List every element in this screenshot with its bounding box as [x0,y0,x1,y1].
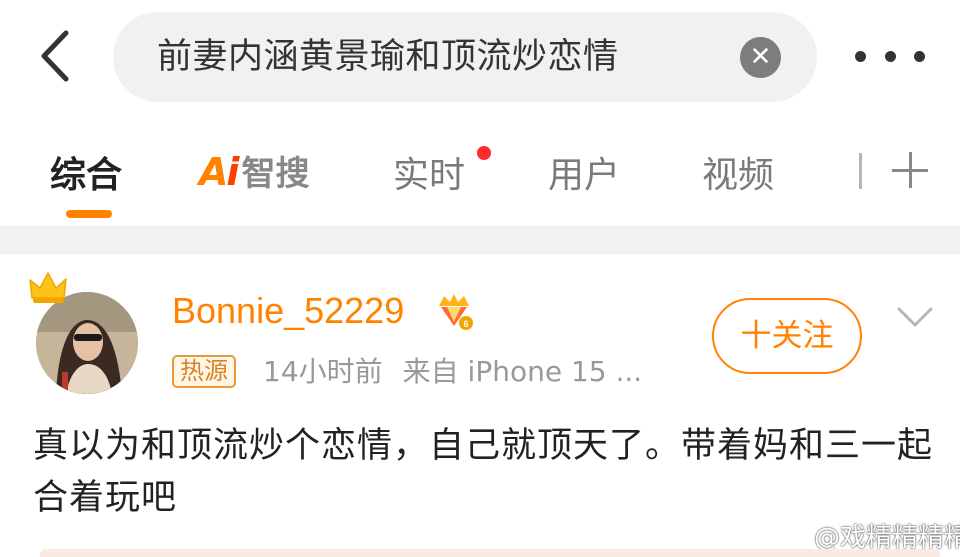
more-dots-icon[interactable] [855,36,925,76]
search-box[interactable]: 前妻内涵黄景瑜和顶流炒恋情 ✕ [113,12,817,102]
top-bar: 前妻内涵黄景瑜和顶流炒恋情 ✕ [0,0,960,120]
tab-ai-search[interactable]: Ai 智搜 [199,146,309,195]
more-dot [884,50,896,62]
plus-icon[interactable] [888,148,932,192]
chevron-down-icon[interactable] [895,302,935,332]
tab-comprehensive[interactable]: 综合 [50,146,122,198]
chevron-left-icon [41,30,69,82]
back-button[interactable] [30,24,80,88]
svg-text:6: 6 [463,319,468,329]
next-card-edge [40,549,940,557]
ai-logo-mark: Ai [199,150,239,194]
clear-x-icon[interactable]: ✕ [740,37,781,78]
post-meta: 14小时前 来自 iPhone 15 ... [263,355,642,389]
active-tab-indicator [66,210,112,218]
notification-dot [477,146,491,160]
tab-users[interactable]: 用户 [548,146,620,198]
post-body: 真以为和顶流炒个恋情，自己就顶天了。带着妈和三一起合着玩吧 [33,426,934,518]
avatar[interactable] [28,270,148,395]
follow-button[interactable]: 十关注 [712,298,862,374]
more-dot [914,50,925,62]
weibo-logo-icon [778,524,808,549]
tab-realtime[interactable]: 实时 [393,146,465,198]
search-tabs: 综合 Ai 智搜 实时 用户 视频 [0,130,960,226]
vip-diamond-icon: 6 [433,290,475,336]
username[interactable]: Bonnie_52229 [172,290,404,332]
search-query[interactable]: 前妻内涵黄景瑜和顶流炒恋情 [157,12,619,102]
hot-source-badge: 热源 [172,355,236,388]
tab-ai-search-label: 智搜 [241,154,310,194]
avatar-image [36,292,138,394]
post-source: 来自 iPhone 15 ... [402,355,643,388]
section-gap [0,226,960,254]
tab-divider [859,153,862,189]
more-dot [855,50,866,62]
crown-icon [29,272,67,303]
tab-videos[interactable]: 视频 [702,146,774,198]
post-time: 14小时前 [263,355,383,388]
